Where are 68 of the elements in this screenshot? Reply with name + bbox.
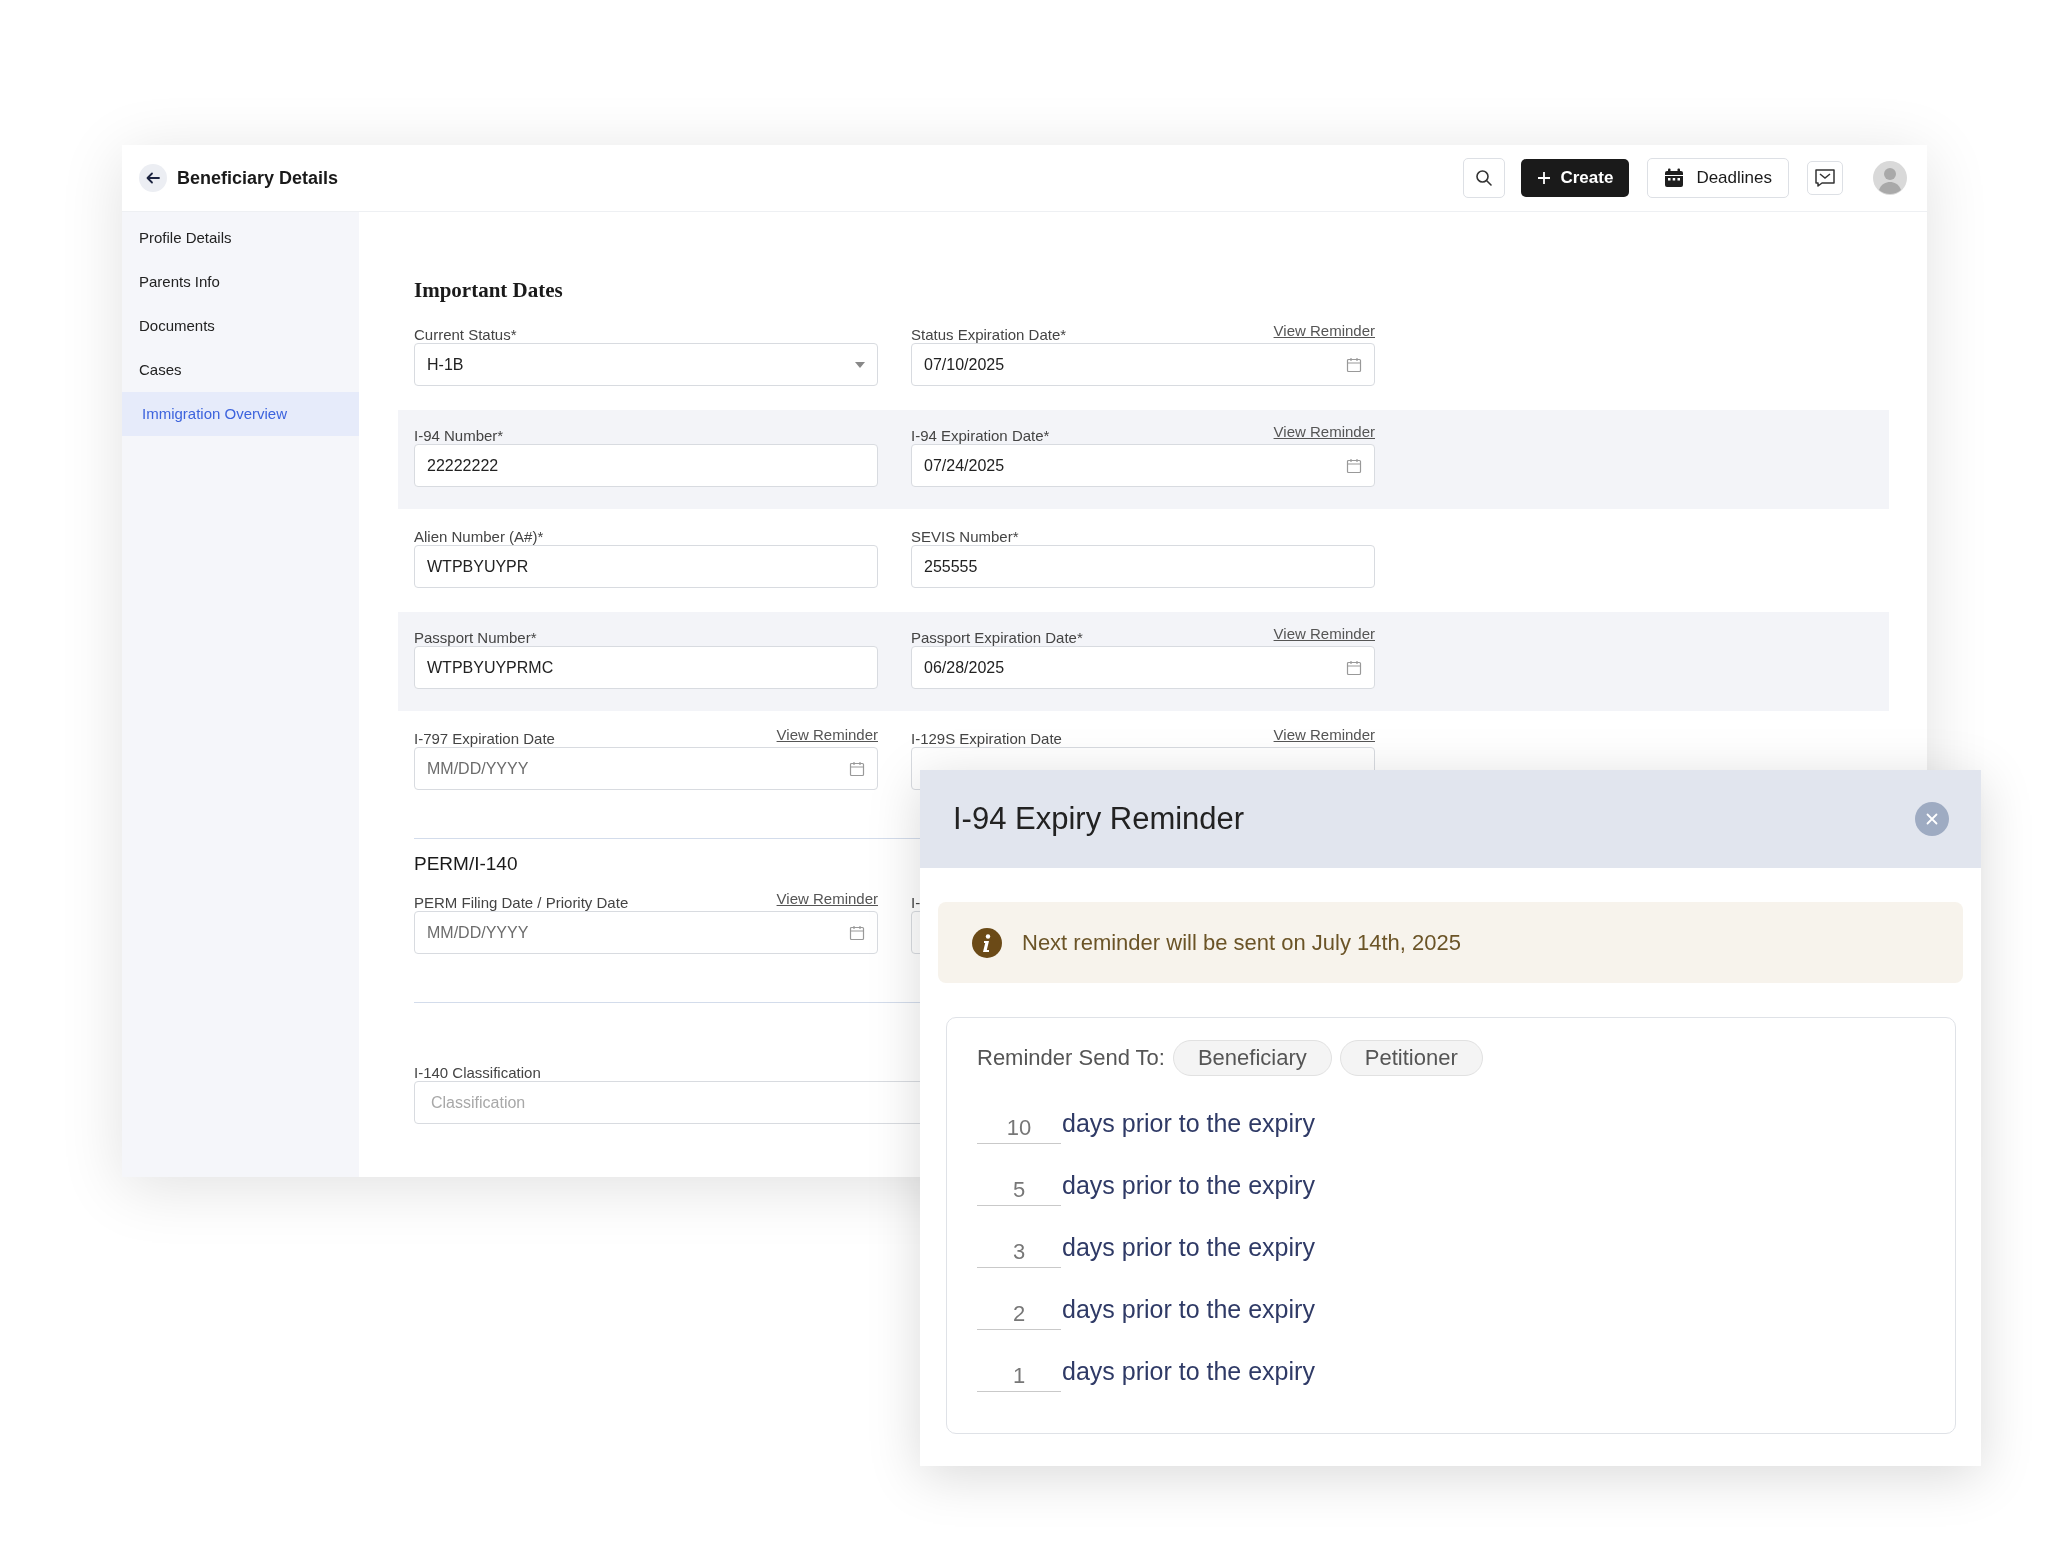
search-icon [1475,169,1494,187]
message-icon [1814,168,1836,188]
calendar-icon [1346,356,1362,373]
sidebar-item[interactable]: Parents Info [122,260,359,304]
plus-icon [1537,171,1552,185]
deadlines-button[interactable]: Deadlines [1647,158,1789,198]
date-field[interactable]: MM/DD/YYYY [414,911,878,954]
field-label: PERM Filing Date / Priority Date [414,894,629,911]
message-button[interactable] [1807,161,1843,195]
field-label: I-140 Classification [414,1064,541,1081]
date-field[interactable]: MM/DD/YYYY [414,747,878,790]
page-title: Beneficiary Details [177,167,339,189]
days-input[interactable]: 3 [977,1239,1061,1268]
field-label: SEVIS Number* [911,528,1019,545]
create-button[interactable]: Create [1521,159,1630,197]
days-input[interactable]: 1 [977,1363,1061,1392]
sidebar-item[interactable]: Cases [122,348,359,392]
input-field[interactable]: 22222222 [414,444,878,487]
date-field[interactable]: 07/10/2025 [911,343,1375,386]
view-reminder-link[interactable]: View Reminder [1273,625,1375,642]
info-icon [972,927,1002,958]
sidebar-item[interactable]: Documents [122,304,359,348]
calendar-icon [1346,659,1362,676]
view-reminder-link[interactable]: View Reminder [776,726,878,743]
reminder-text: days prior to the expiry [1062,1357,1315,1387]
days-input[interactable]: 10 [977,1115,1061,1144]
field-label: Passport Number* [414,629,537,646]
input-field[interactable]: WTPBYUYPR [414,545,878,588]
dialog-title: I-94 Expiry Reminder [953,801,1245,837]
search-button[interactable] [1463,158,1506,198]
field-label: I- [911,894,921,911]
sidebar-item[interactable]: Profile Details [122,216,359,260]
reminder-text: days prior to the expiry [1062,1295,1315,1325]
calendar-icon [849,924,865,941]
field-label: Passport Expiration Date* [911,629,1083,646]
calendar-icon [1664,168,1685,188]
reminder-text: days prior to the expiry [1062,1233,1315,1263]
field-label: Current Status* [414,326,517,343]
recipient-chip[interactable]: Petitioner [1339,1040,1483,1076]
input-field[interactable]: 255555 [911,545,1375,588]
input-field[interactable]: WTPBYUYPRMC [414,646,878,689]
date-field[interactable]: 07/24/2025 [911,444,1375,487]
section-heading: Important Dates [414,278,564,303]
back-button[interactable] [139,164,167,192]
field-label: Alien Number (A#)* [414,528,544,545]
status-dropdown[interactable]: H-1B [414,343,878,386]
notice-text: Next reminder will be sent on July 14th, 2025 [1022,929,1461,956]
view-reminder-link[interactable]: View Reminder [1273,726,1375,743]
recipient-chip[interactable]: Beneficiary [1172,1040,1332,1076]
section-heading: PERM/I-140 [414,853,519,875]
field-label: I-797 Expiration Date [414,730,555,747]
sidebar-item[interactable]: Immigration Overview [122,392,359,436]
calendar-icon [1346,457,1362,474]
caret-icon [855,361,865,368]
date-field[interactable]: 06/28/2025 [911,646,1375,689]
calendar-icon [849,760,865,777]
days-input[interactable]: 2 [977,1301,1061,1330]
view-reminder-link[interactable]: View Reminder [1273,423,1375,440]
reminder-text: days prior to the expiry [1062,1171,1315,1201]
view-reminder-link[interactable]: View Reminder [1273,322,1375,339]
back-arrow-icon [145,170,161,186]
field-label: I-94 Expiration Date* [911,427,1050,444]
field-label: Status Expiration Date* [911,326,1067,343]
send-to-label: Reminder Send To: [977,1045,1165,1071]
field-label: I-129S Expiration Date [911,730,1062,747]
days-input[interactable]: 5 [977,1177,1061,1206]
view-reminder-link[interactable]: View Reminder [776,890,878,907]
field-label: I-94 Number* [414,427,504,444]
